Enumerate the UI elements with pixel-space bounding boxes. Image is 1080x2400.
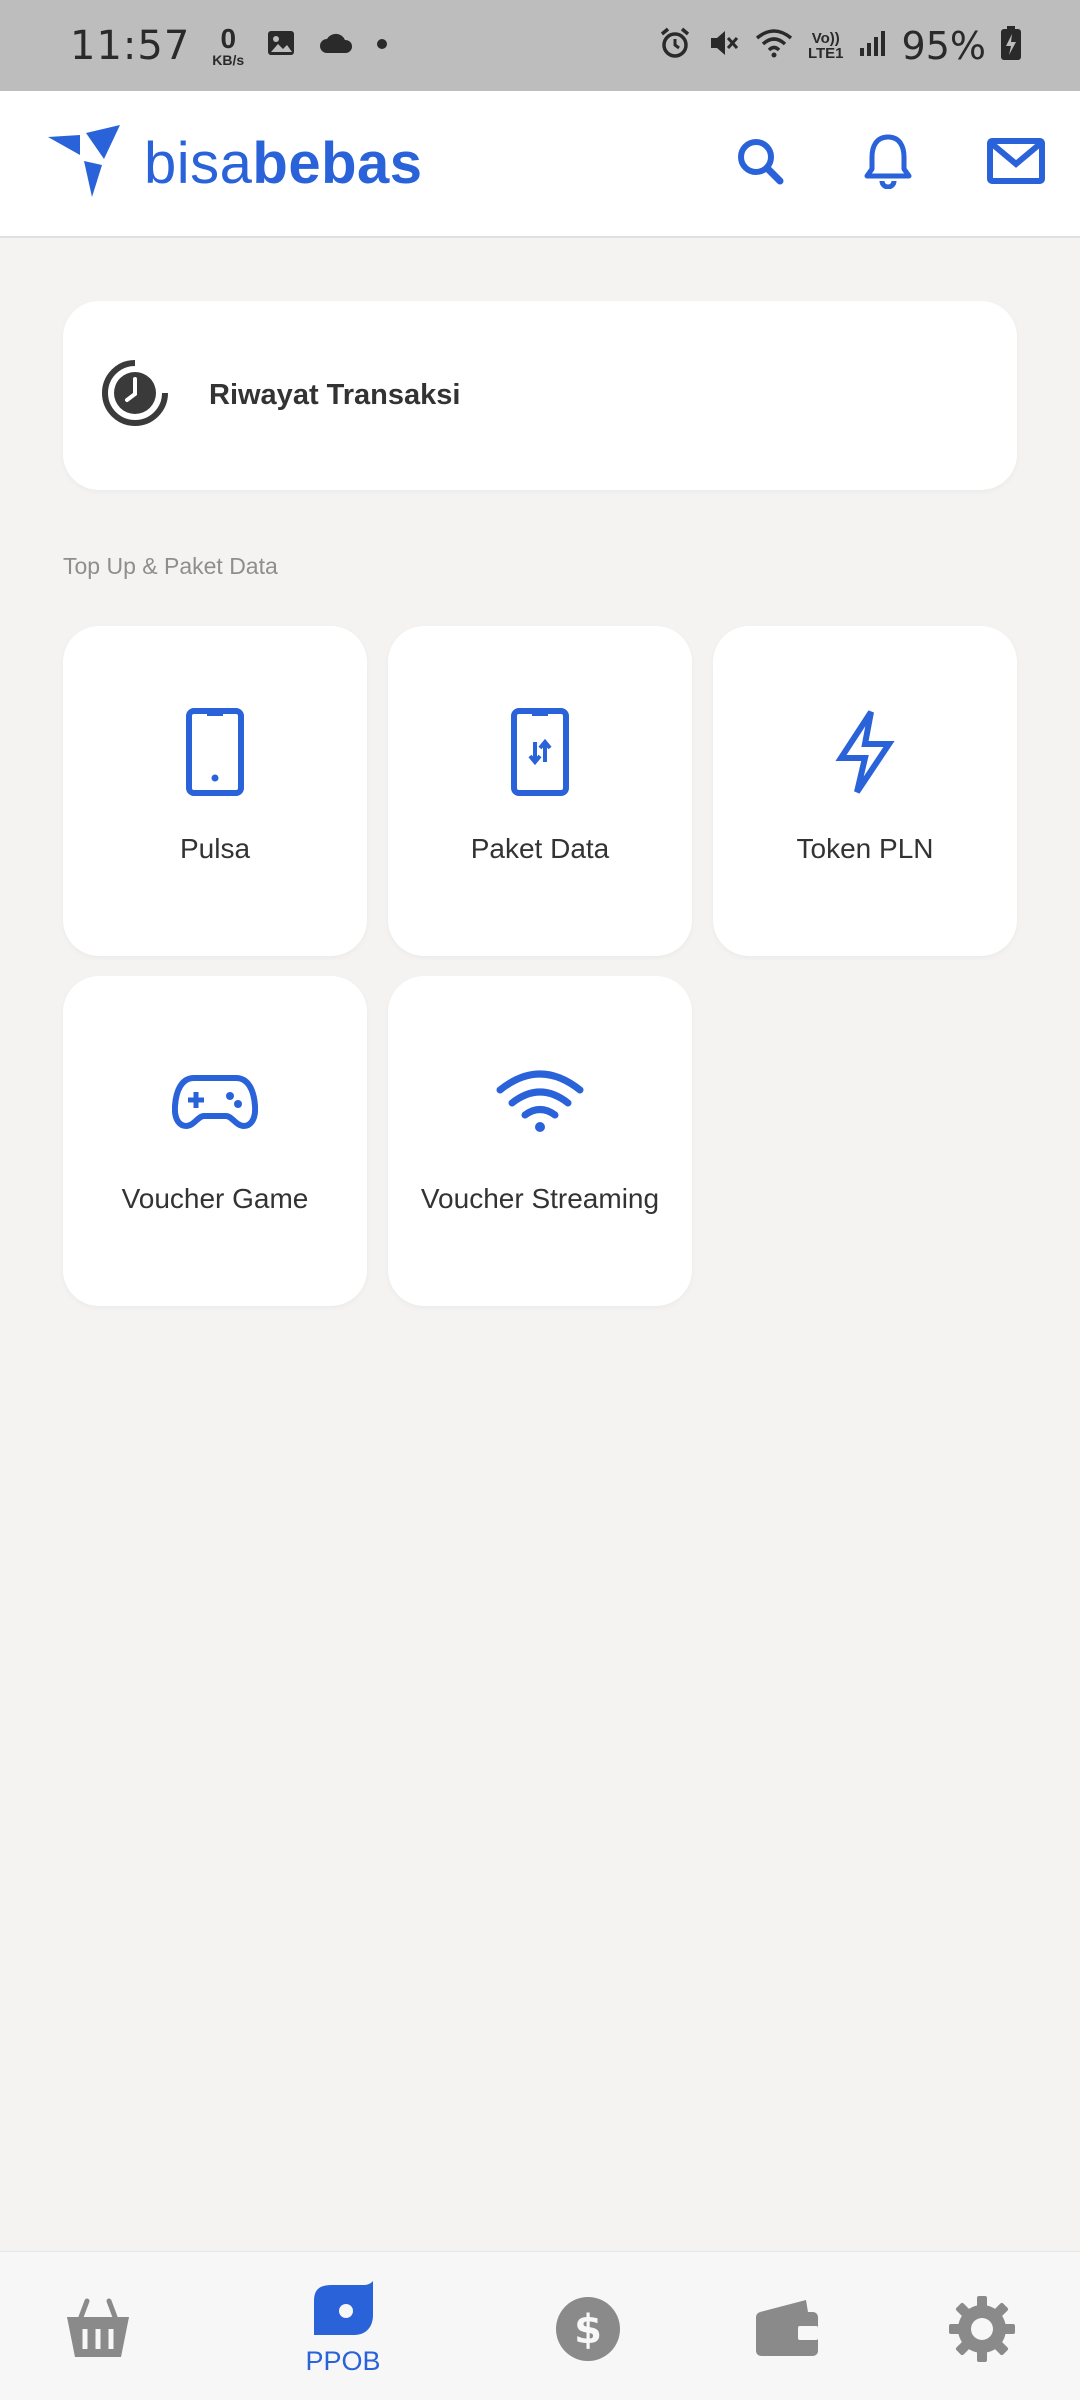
service-label: Token PLN (796, 833, 934, 864)
logo-wordmark-light: bisa (144, 131, 253, 196)
ppob-icon (310, 2277, 376, 2344)
gamepad-icon (172, 1054, 258, 1150)
wifi-icon (496, 1054, 584, 1150)
basket-icon (65, 2297, 131, 2366)
status-left: 11:57 0 KB/s (70, 23, 388, 69)
nav-wallet[interactable] (707, 2252, 867, 2400)
bell-icon (862, 133, 914, 194)
image-icon (266, 28, 296, 63)
logo-mark-icon (46, 125, 122, 202)
transaction-history-label: Riwayat Transaksi (209, 379, 461, 411)
service-tile-paket-data[interactable]: Paket Data (388, 626, 692, 956)
logo-wordmark: bisabebas (144, 130, 423, 197)
dollar-icon: $ (555, 2296, 621, 2367)
signal-icon (858, 28, 888, 63)
network-speed-value: 0 (220, 22, 237, 54)
svg-text:$: $ (574, 2307, 602, 2353)
bottom-navigation: PPOB $ (0, 2251, 1080, 2400)
transaction-history-button[interactable]: Riwayat Transaksi (63, 301, 1017, 490)
network-type: Vo)) LTE1 (808, 31, 844, 61)
nav-settings[interactable] (902, 2252, 1062, 2400)
service-tile-voucher-streaming[interactable]: Voucher Streaming (388, 976, 692, 1306)
lightning-icon (835, 704, 895, 800)
logo-wordmark-bold: bebas (252, 131, 423, 196)
phone-icon (185, 704, 245, 800)
history-icon (101, 359, 169, 432)
search-icon (735, 136, 785, 191)
app-logo: bisabebas (46, 125, 423, 202)
nav-ppob[interactable]: PPOB (263, 2252, 423, 2400)
service-tile-voucher-game[interactable]: Voucher Game (63, 976, 367, 1306)
battery-charging-icon (1000, 25, 1022, 66)
settings-icon (949, 2296, 1015, 2367)
alarm-icon (658, 26, 692, 65)
service-label: Paket Data (470, 833, 610, 864)
mute-icon (706, 26, 740, 65)
network-speed-unit: KB/s (212, 51, 245, 68)
network-type-top: Vo)) (811, 29, 840, 47)
status-bar: 11:57 0 KB/s Vo)) LTE1 95% (0, 0, 1080, 91)
battery-percentage: 95% (901, 23, 986, 68)
service-label: Voucher Game (121, 1183, 309, 1214)
service-label: Pulsa (179, 833, 251, 864)
service-tile-token-pln[interactable]: Token PLN (713, 626, 1017, 956)
nav-finance[interactable]: $ (508, 2252, 668, 2400)
header-actions (730, 134, 1046, 194)
notification-dot-icon (376, 37, 388, 55)
phone-data-icon (510, 704, 570, 800)
network-speed: 0 KB/s (212, 22, 245, 68)
status-time: 11:57 (70, 22, 191, 69)
cloud-icon (318, 31, 354, 60)
wallet-icon (754, 2298, 820, 2363)
network-type-bottom: LTE1 (807, 44, 844, 62)
messages-button[interactable] (986, 134, 1046, 194)
status-right: Vo)) LTE1 95% (658, 24, 1022, 68)
section-title: Top Up & Paket Data (63, 553, 278, 579)
app-header: bisabebas (0, 91, 1080, 238)
nav-ppob-label: PPOB (305, 2346, 381, 2376)
service-tile-pulsa[interactable]: Pulsa (63, 626, 367, 956)
search-button[interactable] (730, 134, 790, 194)
notifications-button[interactable] (858, 134, 918, 194)
service-label: Voucher Streaming (420, 1183, 660, 1214)
mail-icon (987, 138, 1045, 189)
nav-shop[interactable] (18, 2252, 178, 2400)
wifi-status-icon (754, 26, 794, 65)
